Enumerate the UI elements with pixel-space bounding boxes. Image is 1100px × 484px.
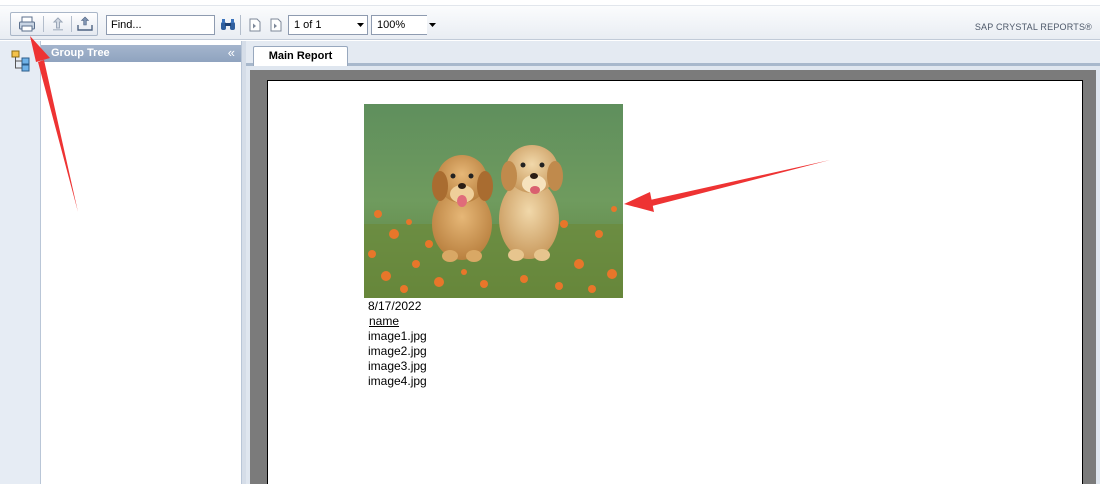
group-tree-header: Group Tree « — [41, 45, 241, 62]
print-button[interactable] — [13, 13, 41, 35]
report-viewer: 8/17/2022 name image1.jpg image2.jpg ima… — [250, 70, 1096, 484]
page-next-icon — [270, 18, 282, 32]
search-button[interactable] — [218, 15, 238, 35]
collapse-panel-button[interactable]: « — [228, 45, 235, 61]
toolbar-separator — [240, 15, 241, 35]
report-rows: image1.jpg image2.jpg image3.jpg image4.… — [368, 329, 427, 389]
list-item: image1.jpg — [368, 329, 427, 343]
next-page-button[interactable] — [266, 15, 286, 35]
export-icon — [52, 17, 64, 31]
brand-label: SAP CRYSTAL REPORTS® — [974, 22, 1092, 32]
chevron-down-icon[interactable] — [354, 16, 367, 34]
prev-page-button[interactable] — [245, 15, 265, 35]
zoom-selector-value: 100% — [377, 19, 406, 31]
find-input[interactable] — [106, 15, 215, 35]
binoculars-icon — [221, 19, 235, 30]
print-icon — [19, 16, 35, 32]
group-tree-icon[interactable] — [11, 50, 31, 72]
report-page: 8/17/2022 name image1.jpg image2.jpg ima… — [267, 80, 1083, 484]
export-button[interactable] — [44, 13, 72, 35]
report-toolbar: 1 of 1 100% SAP CRYSTAL REPORTS® — [0, 6, 1100, 40]
page-selector-value: 1 of 1 — [294, 19, 322, 31]
upload-button[interactable] — [71, 13, 99, 35]
report-date: 8/17/2022 — [368, 299, 422, 313]
upload-icon — [77, 16, 93, 31]
zoom-dropdown-button[interactable] — [426, 15, 438, 35]
list-item: image4.jpg — [368, 374, 427, 388]
column-header-name: name — [369, 314, 400, 328]
chevron-down-icon — [428, 23, 436, 27]
page-selector[interactable]: 1 of 1 — [288, 15, 368, 35]
zoom-selector[interactable]: 100% — [371, 15, 427, 35]
group-tree-title: Group Tree — [51, 47, 110, 59]
panel-icon-rail — [0, 41, 41, 484]
page-previous-icon — [249, 18, 261, 32]
tab-main-report[interactable]: Main Report — [253, 46, 348, 66]
report-main-area: Main Report 8/17/2022 name image1.jpg im… — [246, 41, 1100, 484]
group-tree-panel: Group Tree « — [41, 41, 242, 484]
report-tab-bar: Main Report — [246, 41, 1100, 66]
report-image-puppies — [364, 104, 623, 298]
list-item: image3.jpg — [368, 359, 427, 373]
list-item: image2.jpg — [368, 344, 427, 358]
toolbar-button-group — [10, 12, 98, 36]
